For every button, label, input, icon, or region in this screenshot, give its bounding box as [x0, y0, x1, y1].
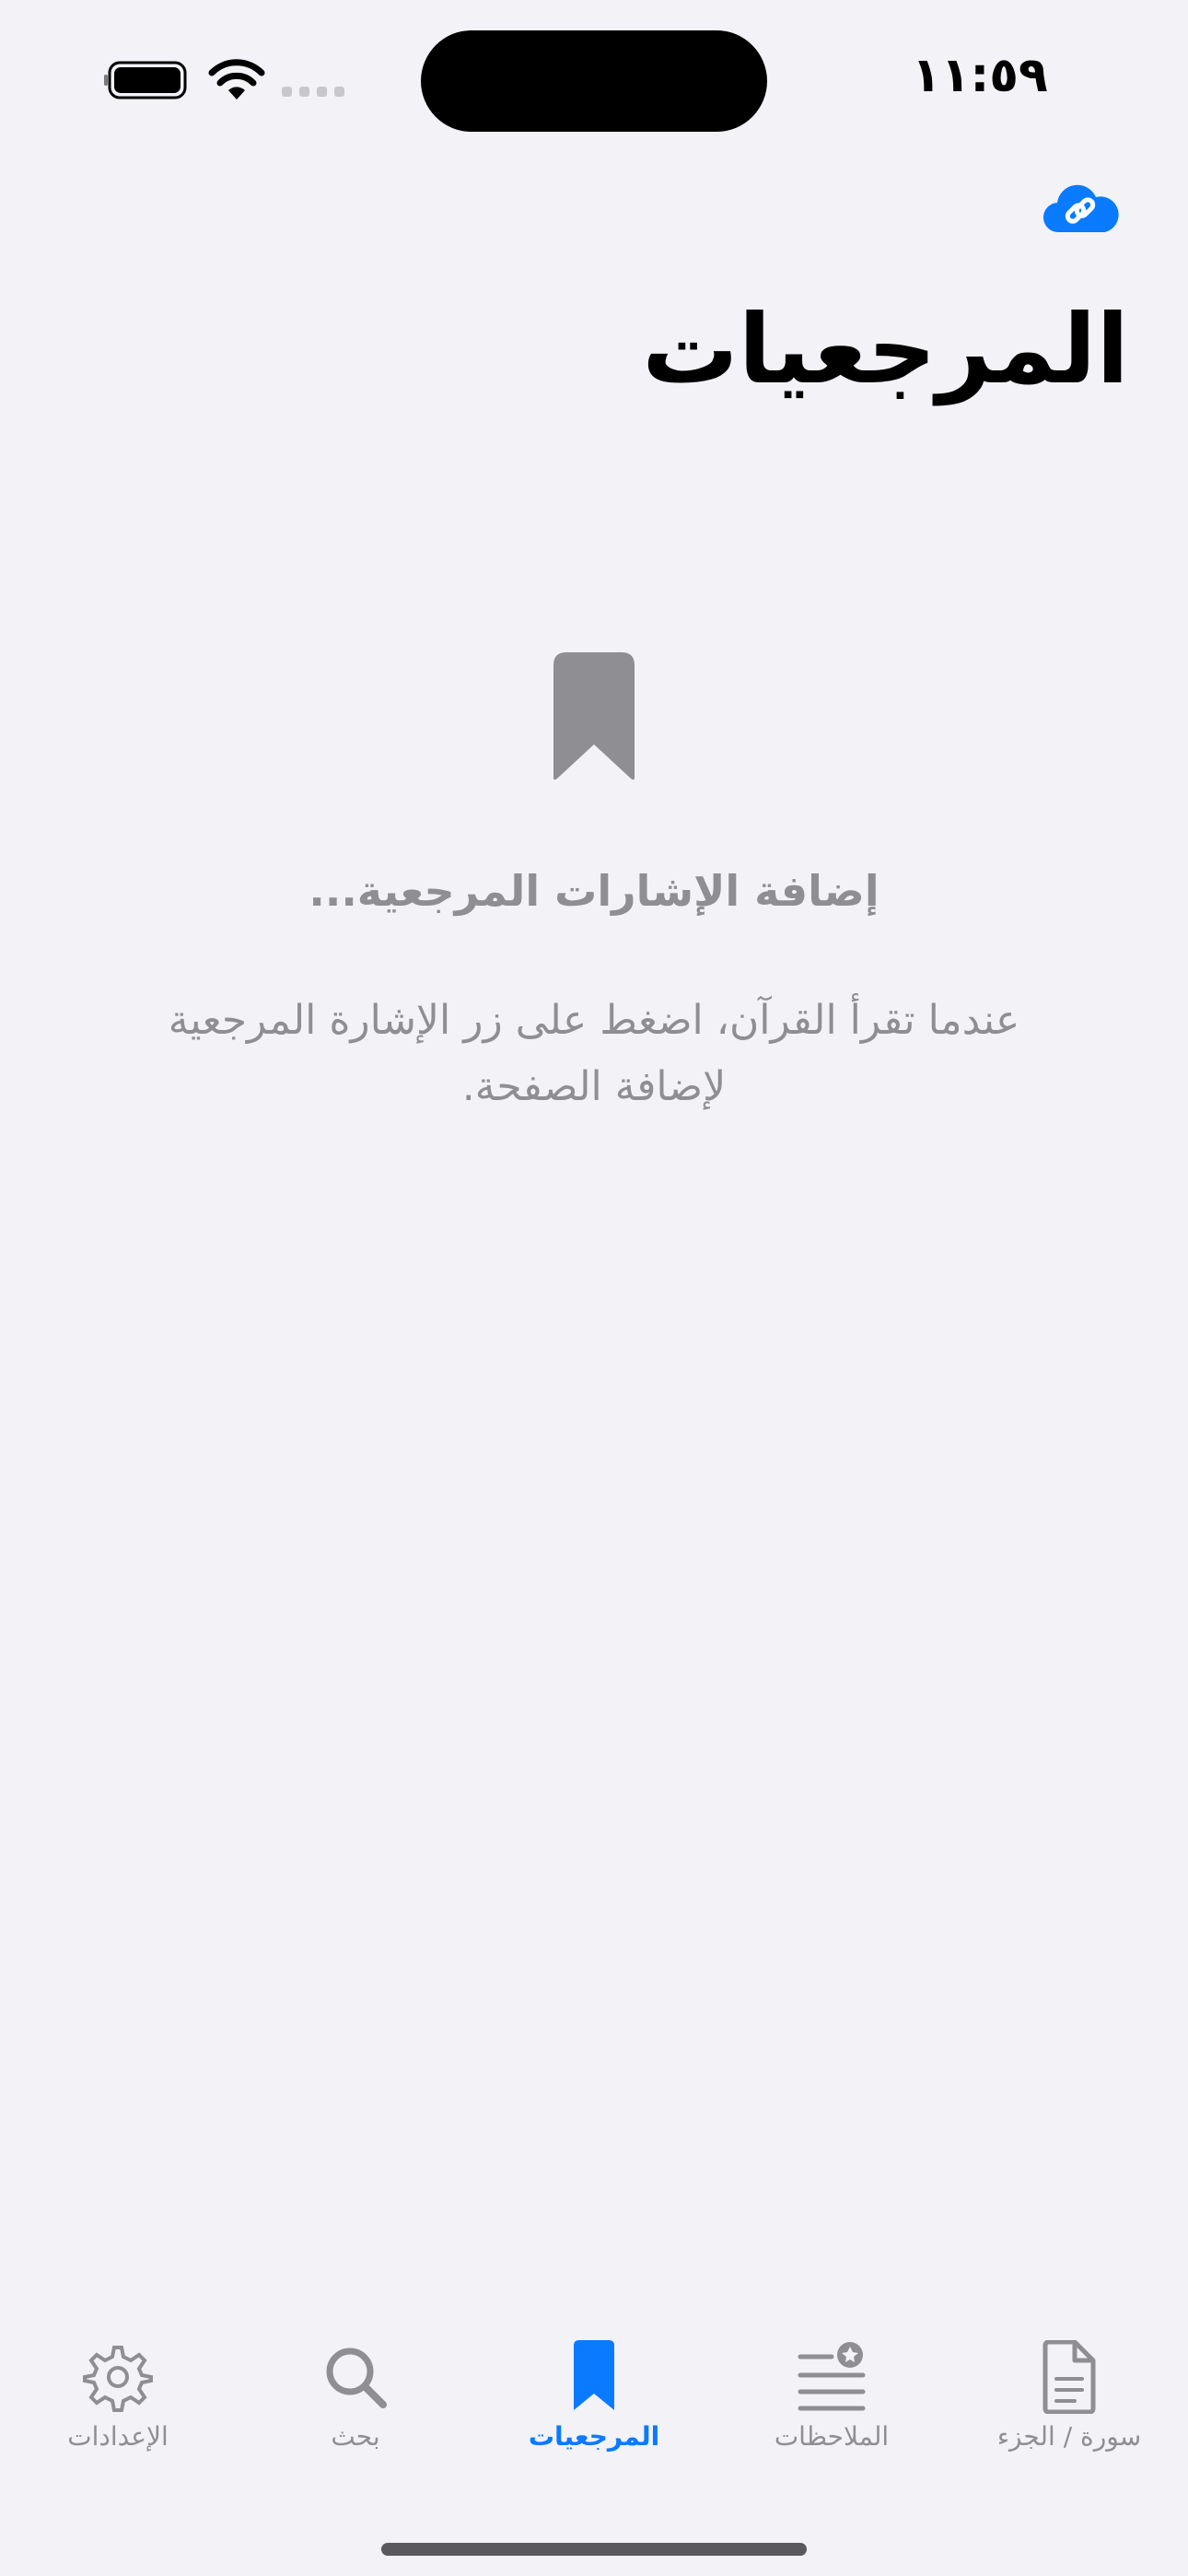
- cloud-link-icon[interactable]: [1041, 179, 1120, 238]
- tab-label: المرجعيات: [528, 2421, 660, 2452]
- gear-icon: [83, 2346, 153, 2412]
- tab-label: الإعدادات: [67, 2421, 169, 2452]
- tab-label: بحث: [331, 2421, 380, 2452]
- notes-star-icon: [798, 2342, 866, 2411]
- bookmark-icon: [574, 2340, 614, 2410]
- document-icon: [1042, 2340, 1096, 2414]
- dynamic-island: [421, 30, 767, 132]
- status-time: ١١:٥٩: [912, 48, 1048, 103]
- tab-settings[interactable]: الإعدادات: [17, 2340, 219, 2488]
- empty-state-title: إضافة الإشارات المرجعية...: [309, 866, 879, 916]
- tab-notes[interactable]: الملاحظات: [730, 2340, 933, 2488]
- tab-search[interactable]: بحث: [254, 2340, 457, 2488]
- tab-bookmarks[interactable]: المرجعيات: [493, 2340, 695, 2488]
- home-indicator[interactable]: [381, 2543, 807, 2556]
- cellular-signal-icon: [282, 87, 344, 97]
- tab-label: سورة / الجزء: [996, 2421, 1142, 2452]
- bookmark-icon: [553, 652, 635, 780]
- tab-bar: الإعدادات بحث المرجعيات الملاحظات سورة /…: [0, 2340, 1188, 2488]
- tab-surah-juz[interactable]: سورة / الجزء: [968, 2340, 1171, 2488]
- search-icon: [326, 2348, 387, 2408]
- battery-icon: [104, 61, 187, 100]
- wifi-icon: [208, 59, 265, 100]
- tab-label: الملاحظات: [774, 2421, 890, 2452]
- empty-state-body: عندما تقرأ القرآن، اضغط على زر الإشارة ا…: [168, 997, 1020, 1110]
- page-title: المرجعيات: [642, 293, 1129, 405]
